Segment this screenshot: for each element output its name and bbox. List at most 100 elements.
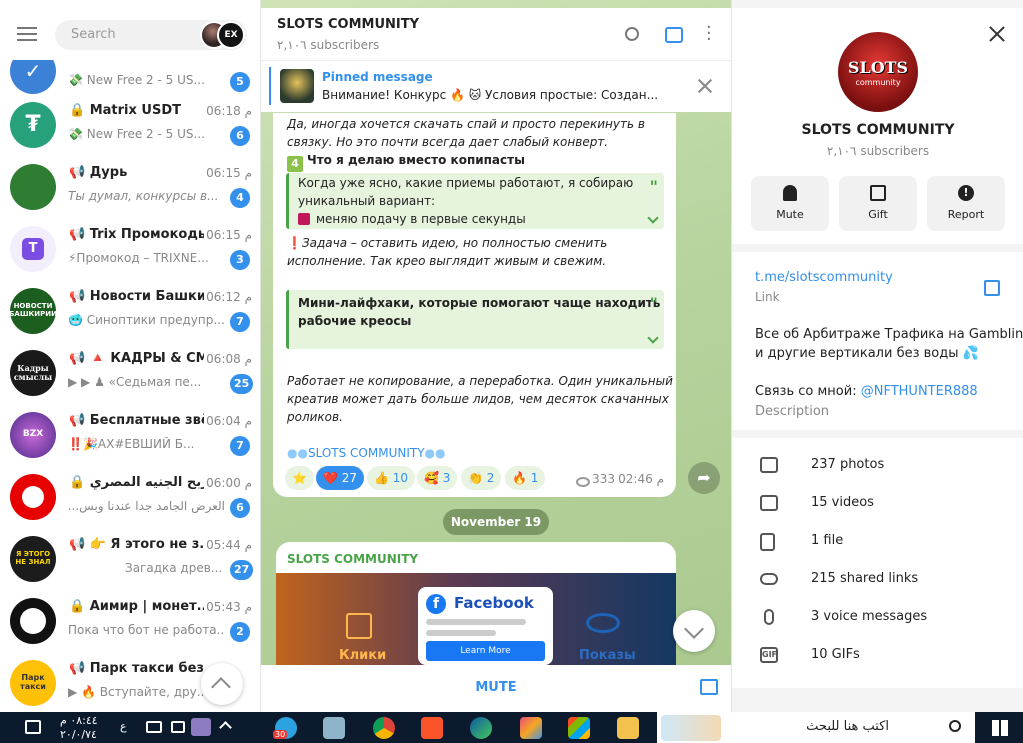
reaction-thumbs-up[interactable]: 👍 10: [367, 466, 416, 490]
media-label: 215 shared links: [811, 571, 919, 586]
windows-start-icon[interactable]: [992, 720, 1008, 736]
unread-badge: 7: [230, 312, 250, 332]
tray-chevron-icon[interactable]: [219, 721, 232, 734]
chat-avatar: T: [10, 226, 56, 272]
media-label: 1 file: [811, 533, 844, 548]
gift-action-button[interactable]: Gift: [839, 176, 917, 231]
volume-icon[interactable]: [171, 721, 185, 733]
chat-preview: ‼️🎉AX#ЕВШИЙ Б...: [68, 437, 195, 451]
reaction-emoji: ⭐: [292, 471, 307, 485]
notifications-icon[interactable]: [25, 720, 41, 734]
sidebar-toggle-icon[interactable]: [665, 27, 683, 43]
date-divider: November 19: [443, 509, 549, 535]
reaction-fire[interactable]: 🔥 1: [505, 466, 546, 490]
forward-icon[interactable]: ➦: [688, 462, 720, 494]
facebook-title: Facebook: [454, 594, 534, 612]
notepad-taskbar-icon[interactable]: [323, 717, 345, 739]
quote-line: Когда уже ясно, какие приемы работают, я…: [298, 176, 634, 190]
post-line: креатив может дать больше лидов, чем дес…: [287, 392, 669, 406]
message-time: 02:46 م: [618, 472, 664, 486]
promo-image[interactable]: Клики f Facebook Learn More Показы: [276, 573, 676, 672]
taskbar-search-box[interactable]: اكتب هنا للبحث: [657, 712, 975, 743]
expand-chevron-icon[interactable]: [647, 212, 659, 224]
close-icon[interactable]: [989, 26, 1005, 42]
channel-avatar[interactable]: SLOTS community: [838, 32, 918, 112]
post-line: роликов.: [287, 410, 343, 424]
more-options-icon[interactable]: · · ·: [706, 19, 712, 49]
pinned-message-bar[interactable]: Pinned message Внимание! Конкурс 🔥 🐱 Усл…: [261, 60, 731, 112]
chat-time: 06:12 م: [206, 290, 252, 304]
chat-time: 06:15 م: [206, 228, 252, 242]
reaction-emoji: 👏: [468, 471, 483, 485]
reaction-clap[interactable]: 👏 2: [461, 466, 502, 490]
mute-action-button[interactable]: Mute: [751, 176, 829, 231]
chat-item[interactable]: 🔒 ربح الجنيه المصري 06:00 م العرض الجامد…: [0, 468, 260, 530]
chat-item[interactable]: Кадры смыслы 📢 🔺 КАДРЫ & СМ... 06:08 م ▶…: [0, 344, 260, 406]
search-icon[interactable]: [625, 27, 639, 41]
language-indicator[interactable]: ع: [120, 720, 127, 733]
reaction-emoji: 🥰: [424, 471, 439, 485]
chat-time: 06:08 م: [206, 352, 252, 366]
chat-avatar: Кадры смыслы: [10, 350, 56, 396]
chat-item[interactable]: BZX 📢 Бесплатные звё... 06:04 م ‼️🎉AX#ЕВ…: [0, 406, 260, 468]
chat-item[interactable]: Я ЭТОГО НЕ ЗНАЛ 📢 👉 Я этого не з... 05:4…: [0, 530, 260, 592]
chat-title: 📢 Trix Промокоды: [69, 227, 204, 242]
chat-item[interactable]: ₮ 🔒 Matrix USDT 06:18 م 💸 New Free 2 - 5…: [0, 96, 260, 158]
chat-item[interactable]: НОВОСТИ БАШКИРИИ 📢 Новости Башки... 06:1…: [0, 282, 260, 344]
view-count: 333: [592, 472, 615, 486]
media-row-links[interactable]: 215 shared links: [732, 561, 1023, 599]
file-explorer-taskbar-icon[interactable]: [617, 717, 639, 739]
chrome-taskbar-icon[interactable]: [373, 717, 395, 739]
game-taskbar-icon[interactable]: [520, 717, 542, 739]
close-icon[interactable]: [698, 79, 712, 93]
media-row-voice[interactable]: 3 voice messages: [732, 599, 1023, 637]
media-row-videos[interactable]: 15 videos: [732, 485, 1023, 523]
qr-code-icon[interactable]: [984, 280, 1000, 296]
network-icon[interactable]: [146, 721, 162, 733]
blockquote[interactable]: Мини-лайфхаки, которые помогают чаще нах…: [286, 290, 664, 349]
taskbar-time[interactable]: ٠٨:٤٤ م: [60, 714, 98, 727]
contact-handle-link[interactable]: @NFTHUNTER888: [861, 384, 978, 399]
brave-taskbar-icon[interactable]: [421, 717, 443, 739]
quote-line: меняю подачу в первые секунды: [298, 210, 526, 228]
learn-more-button: Learn More: [426, 641, 545, 661]
chat-preview: Загадка древ...: [125, 561, 223, 575]
taskbar-date[interactable]: ٢٠/٠/٧٤: [60, 728, 97, 741]
search-input[interactable]: Search EX: [55, 20, 247, 50]
blockquote[interactable]: Когда уже ясно, какие приемы работают, я…: [286, 173, 664, 229]
post-signature[interactable]: ●●SLOTS COMMUNITY●●: [287, 444, 445, 462]
unread-badge: 4: [230, 188, 250, 208]
reaction-love[interactable]: 🥰 3: [417, 466, 458, 490]
avatar-logo-text: SLOTS: [847, 58, 909, 77]
stories-avatars[interactable]: EX: [200, 21, 246, 49]
edge-taskbar-icon[interactable]: [470, 717, 492, 739]
media-row-gifs[interactable]: GIF 10 GIFs: [732, 637, 1023, 675]
story-avatar[interactable]: EX: [217, 21, 245, 49]
chat-item[interactable]: 📢 Дурь 06:15 م Ты думал, конкурсы в... 4: [0, 158, 260, 220]
hamburger-menu-icon[interactable]: [17, 27, 37, 41]
pen-icon[interactable]: [191, 718, 211, 736]
reaction-heart[interactable]: ❤️ 27: [316, 466, 365, 490]
unread-badge: 7: [230, 436, 250, 456]
channel-subscribers: ٢,١٠٦ subscribers: [277, 38, 380, 52]
chat-item[interactable]: 🔒 Аимир | монет... 05:43 م Пока что бот …: [0, 592, 260, 654]
store-taskbar-icon[interactable]: [568, 717, 590, 739]
gift-icon[interactable]: [700, 679, 718, 695]
chat-item[interactable]: T 📢 Trix Промокоды 06:15 م ⚡Промокод – T…: [0, 220, 260, 282]
report-action-button[interactable]: ! Report: [927, 176, 1005, 231]
chat-list-sidebar: Search EX ✓ 💸 New Free 2 - 5 US... 5 ₮ 🔒…: [0, 0, 261, 712]
sidebar-header: Search EX: [0, 8, 260, 60]
media-row-photos[interactable]: 237 photos: [732, 447, 1023, 485]
channel-link[interactable]: t.me/slotscommunity: [755, 270, 893, 285]
media-label: 10 GIFs: [811, 647, 860, 662]
scroll-up-button[interactable]: [201, 663, 243, 705]
media-row-files[interactable]: 1 file: [732, 523, 1023, 561]
mute-button[interactable]: MUTE: [446, 680, 546, 695]
post-author[interactable]: SLOTS COMMUNITY: [287, 552, 418, 566]
reaction-star[interactable]: ⭐: [285, 466, 314, 490]
expand-chevron-icon[interactable]: [647, 332, 659, 344]
scroll-down-button[interactable]: [673, 610, 715, 652]
telegram-taskbar-icon[interactable]: 30: [273, 717, 297, 739]
chat-header[interactable]: SLOTS COMMUNITY ٢,١٠٦ subscribers · · ·: [261, 8, 731, 60]
pinned-text: Внимание! Конкурс 🔥 🐱 Условия простые: С…: [322, 88, 659, 102]
